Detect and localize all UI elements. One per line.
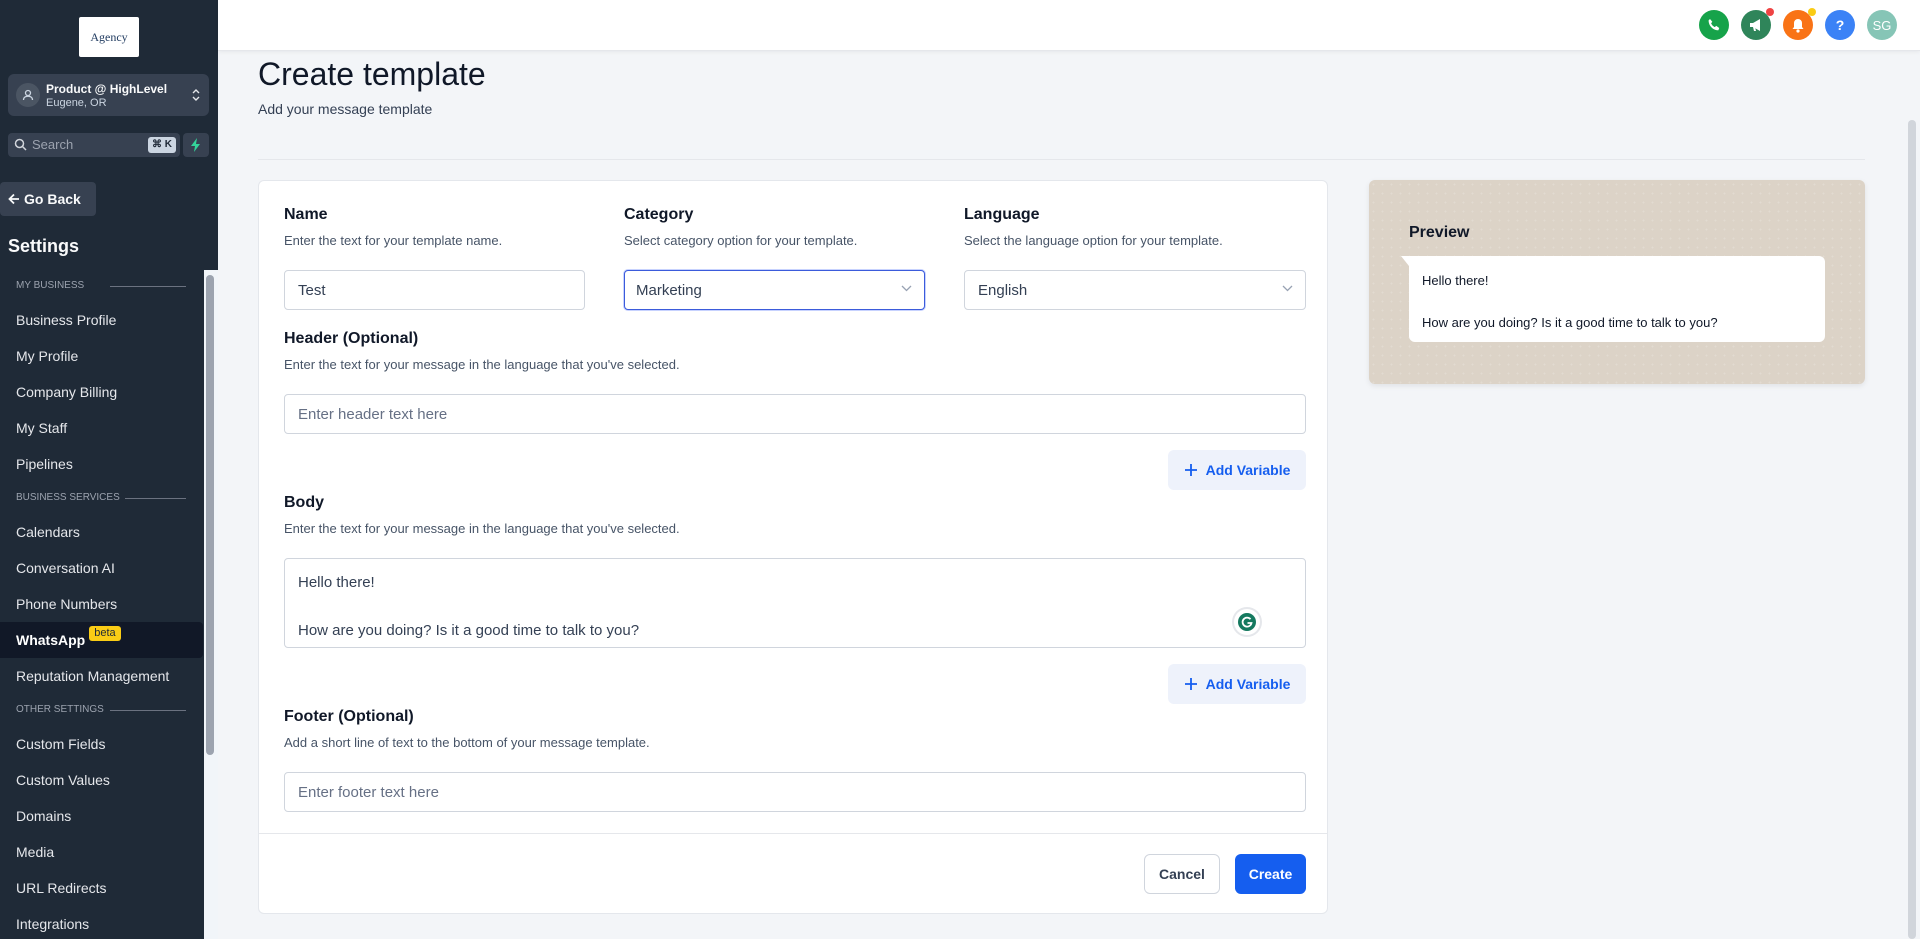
- lightning-icon: [191, 138, 200, 152]
- sidebar-item-integrations[interactable]: Integrations: [0, 906, 203, 939]
- sidebar-item-phone-numbers[interactable]: Phone Numbers: [0, 586, 203, 622]
- name-label: Name: [284, 206, 328, 223]
- page-title: Create template: [258, 56, 486, 92]
- phone-button[interactable]: [1699, 10, 1729, 40]
- body-add-variable-button[interactable]: Add Variable: [1168, 664, 1306, 704]
- page-subtitle: Add your message template: [258, 101, 433, 117]
- search-input[interactable]: Search ⌘ K: [8, 133, 180, 157]
- chevron-down-icon: [901, 285, 912, 292]
- chevron-down-icon: [1282, 285, 1293, 292]
- sidebar-item-custom-fields[interactable]: Custom Fields: [0, 726, 203, 762]
- language-select[interactable]: English: [964, 270, 1306, 310]
- language-hint: Select the language option for your temp…: [964, 233, 1223, 248]
- sidebar-item-custom-values[interactable]: Custom Values: [0, 762, 203, 798]
- agency-logo[interactable]: Agency: [79, 17, 139, 57]
- account-switcher[interactable]: Product @ HighLevel Eugene, OR: [8, 74, 209, 116]
- sidebar-item-whatsapp[interactable]: WhatsApp beta: [0, 622, 203, 658]
- section-other-settings: OTHER SETTINGS: [0, 694, 203, 726]
- settings-nav: MY BUSINESS Business Profile My Profile …: [0, 270, 203, 939]
- category-label: Category: [624, 206, 694, 223]
- grammarly-icon[interactable]: [1234, 609, 1260, 635]
- footer-hint: Add a short line of text to the bottom o…: [284, 735, 650, 750]
- divider: [258, 159, 1865, 160]
- help-icon: ?: [1835, 17, 1845, 33]
- sidebar-item-label: WhatsApp: [16, 632, 86, 648]
- body-line-2: How are you doing? Is it a good time to …: [298, 622, 640, 639]
- template-form-card: Name Enter the text for your template na…: [258, 180, 1328, 914]
- section-my-business: MY BUSINESS: [0, 270, 203, 302]
- sidebar-item-reputation-management[interactable]: Reputation Management: [0, 658, 203, 694]
- section-business-services: BUSINESS SERVICES: [0, 482, 203, 514]
- body-line-1: Hello there!: [298, 574, 375, 591]
- sidebar-item-url-redirects[interactable]: URL Redirects: [0, 870, 203, 906]
- category-value: Marketing: [636, 281, 702, 299]
- body-textarea[interactable]: Hello there! How are you doing? Is it a …: [284, 558, 1306, 648]
- sidebar-item-calendars[interactable]: Calendars: [0, 514, 203, 550]
- quick-actions-button[interactable]: [183, 133, 209, 157]
- search-icon: [14, 138, 27, 151]
- sidebar-item-conversation-ai[interactable]: Conversation AI: [0, 550, 203, 586]
- create-button[interactable]: Create: [1235, 854, 1306, 894]
- add-variable-label: Add Variable: [1205, 676, 1291, 692]
- search-shortcut: ⌘ K: [148, 137, 176, 153]
- top-bar: [218, 0, 1920, 51]
- language-value: English: [978, 281, 1028, 299]
- name-input[interactable]: Test: [284, 270, 585, 310]
- chevron-updown-icon: [192, 89, 200, 101]
- footer-label: Footer (Optional): [284, 708, 414, 725]
- card-footer-divider: [259, 833, 1327, 834]
- body-hint: Enter the text for your message in the l…: [284, 521, 680, 536]
- search-placeholder: Search: [32, 137, 74, 152]
- language-label: Language: [964, 206, 1040, 223]
- category-hint: Select category option for your template…: [624, 233, 858, 248]
- preview-panel: Preview Hello there! How are you doing? …: [1369, 180, 1865, 384]
- go-back-label: Go Back: [24, 191, 81, 207]
- preview-title: Preview: [1409, 224, 1470, 241]
- preview-message-bubble: Hello there! How are you doing? Is it a …: [1401, 256, 1825, 342]
- account-avatar-icon: [16, 83, 40, 107]
- plus-icon: [1184, 678, 1197, 690]
- notification-dot: [1808, 8, 1816, 16]
- account-name: Product @ HighLevel: [46, 82, 168, 96]
- help-button[interactable]: ?: [1825, 10, 1855, 40]
- megaphone-icon: [1749, 19, 1760, 31]
- header-label: Header (Optional): [284, 330, 419, 347]
- sidebar-item-domains[interactable]: Domains: [0, 798, 203, 834]
- sidebar: Agency Product @ HighLevel Eugene, OR Se…: [0, 0, 218, 939]
- sidebar-item-business-profile[interactable]: Business Profile: [0, 302, 203, 338]
- footer-input[interactable]: Enter footer text here: [284, 772, 1306, 812]
- settings-title: Settings: [8, 236, 80, 256]
- category-select[interactable]: Marketing: [624, 270, 925, 310]
- logo-text: Agency: [90, 29, 128, 44]
- header-add-variable-button[interactable]: Add Variable: [1168, 450, 1306, 490]
- arrow-left-icon: [8, 193, 19, 205]
- avatar-initials: SG: [1872, 17, 1892, 33]
- sidebar-item-media[interactable]: Media: [0, 834, 203, 870]
- sidebar-item-my-profile[interactable]: My Profile: [0, 338, 203, 374]
- beta-badge: beta: [89, 625, 121, 641]
- sidebar-item-company-billing[interactable]: Company Billing: [0, 374, 203, 410]
- name-hint: Enter the text for your template name.: [284, 233, 503, 248]
- cancel-button[interactable]: Cancel: [1144, 854, 1220, 894]
- go-back-button[interactable]: Go Back: [0, 182, 96, 216]
- preview-line-2: How are you doing? Is it a good time to …: [1422, 315, 1718, 330]
- preview-line-1: Hello there!: [1422, 273, 1489, 288]
- header-hint: Enter the text for your message in the l…: [284, 357, 680, 372]
- add-variable-label: Add Variable: [1205, 462, 1291, 478]
- bell-icon: [1792, 18, 1804, 33]
- sidebar-item-pipelines[interactable]: Pipelines: [0, 446, 203, 482]
- sidebar-item-my-staff[interactable]: My Staff: [0, 410, 203, 446]
- body-label: Body: [284, 494, 324, 511]
- page-scrollbar[interactable]: [1908, 120, 1916, 939]
- account-location: Eugene, OR: [46, 97, 107, 109]
- notification-dot: [1766, 8, 1774, 16]
- phone-icon: [1708, 19, 1720, 31]
- plus-icon: [1184, 464, 1197, 476]
- user-avatar[interactable]: SG: [1867, 10, 1897, 40]
- header-input[interactable]: Enter header text here: [284, 394, 1306, 434]
- sidebar-scrollbar-thumb[interactable]: [206, 275, 214, 755]
